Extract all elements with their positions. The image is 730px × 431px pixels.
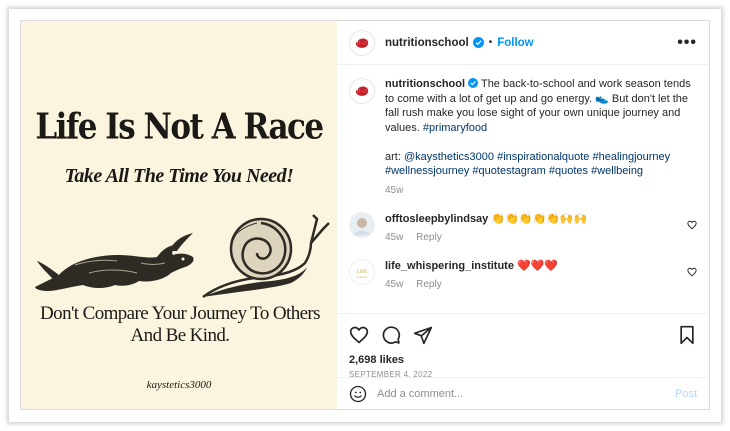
poster-subtitle: Take All The Time You Need! <box>64 165 294 187</box>
sneaker-emoji: 👟 <box>595 92 609 105</box>
avatar[interactable] <box>349 29 375 56</box>
post-comment-button[interactable]: Post <box>675 388 697 400</box>
reply-button[interactable]: Reply <box>416 279 442 290</box>
share-icon[interactable] <box>413 325 433 345</box>
swirl-logo-icon <box>355 37 369 48</box>
comment-username[interactable]: offtosleepbylindsay <box>385 213 488 225</box>
comment-text: offtosleepbylindsay 👏👏👏👏👏🙌🙌 45w Reply <box>385 212 587 245</box>
commenter-avatar[interactable]: LIFE WHISPER <box>349 259 375 285</box>
like-comment-icon[interactable] <box>687 267 697 277</box>
comment-body: ❤️❤️❤️ <box>517 260 559 272</box>
post-header: nutritionschool • Follow ••• <box>337 21 709 65</box>
comment-item: offtosleepbylindsay 👏👏👏👏👏🙌🙌 45w Reply <box>349 212 697 245</box>
reply-button[interactable]: Reply <box>416 232 442 243</box>
caption-time[interactable]: 45w <box>385 184 697 199</box>
rabbit-illustration <box>35 233 194 291</box>
caption-avatar[interactable] <box>349 78 375 104</box>
add-comment-bar: Add a comment... Post <box>337 377 709 409</box>
caption: nutritionschool The back-to-school and w… <box>349 77 697 198</box>
poster-footer: Don't Compare Your Journey To Others And… <box>40 303 321 346</box>
verified-badge-icon <box>468 78 479 90</box>
post-image: Life Is Not A Race Take All The Time You… <box>21 21 337 409</box>
comment-time[interactable]: 45w <box>385 279 403 290</box>
instagram-post: Life Is Not A Race Take All The Time You… <box>20 20 710 410</box>
svg-text:WHISPER: WHISPER <box>357 276 368 279</box>
heart-icon[interactable] <box>349 325 369 345</box>
poster-signature: kaystetics3000 <box>146 379 212 391</box>
separator: • <box>488 37 493 48</box>
action-bar: 2,698 likes SEPTEMBER 4, 2022 <box>337 313 709 379</box>
like-comment-icon[interactable] <box>687 220 697 230</box>
more-options-icon[interactable]: ••• <box>677 34 697 52</box>
art-prefix: art: <box>385 150 401 163</box>
post-sidebar: nutritionschool • Follow ••• nutritionsc… <box>337 21 709 409</box>
like-count[interactable]: 2,698 likes <box>349 354 697 366</box>
art-handle-link[interactable]: @kaysthetics3000 <box>404 151 494 163</box>
emoji-icon[interactable] <box>349 385 367 403</box>
hashtag-link[interactable]: #primaryfood <box>423 122 487 134</box>
swirl-logo-icon <box>355 86 369 96</box>
comment-body: 👏👏👏👏👏🙌🙌 <box>491 213 588 225</box>
bookmark-icon[interactable] <box>677 325 697 345</box>
comment-item: LIFE WHISPER life_whispering_institute ❤️… <box>349 259 697 292</box>
poster-title: Life Is Not A Race <box>35 106 324 148</box>
comment-input[interactable]: Add a comment... <box>377 388 675 400</box>
comments-area: nutritionschool The back-to-school and w… <box>337 65 709 303</box>
comment-icon[interactable] <box>381 325 401 345</box>
follow-button[interactable]: Follow <box>497 37 533 49</box>
commenter-avatar[interactable] <box>349 212 375 238</box>
caption-text: nutritionschool The back-to-school and w… <box>385 77 697 198</box>
verified-badge-icon <box>472 37 484 48</box>
comment-username[interactable]: life_whispering_institute <box>385 260 514 272</box>
comment-time[interactable]: 45w <box>385 232 403 243</box>
svg-text:LIFE: LIFE <box>357 270 368 275</box>
comment-text: life_whispering_institute ❤️❤️❤️ 45w Rep… <box>385 259 558 292</box>
caption-username[interactable]: nutritionschool <box>385 78 465 90</box>
header-username[interactable]: nutritionschool <box>385 37 469 49</box>
snail-illustration <box>202 214 330 299</box>
